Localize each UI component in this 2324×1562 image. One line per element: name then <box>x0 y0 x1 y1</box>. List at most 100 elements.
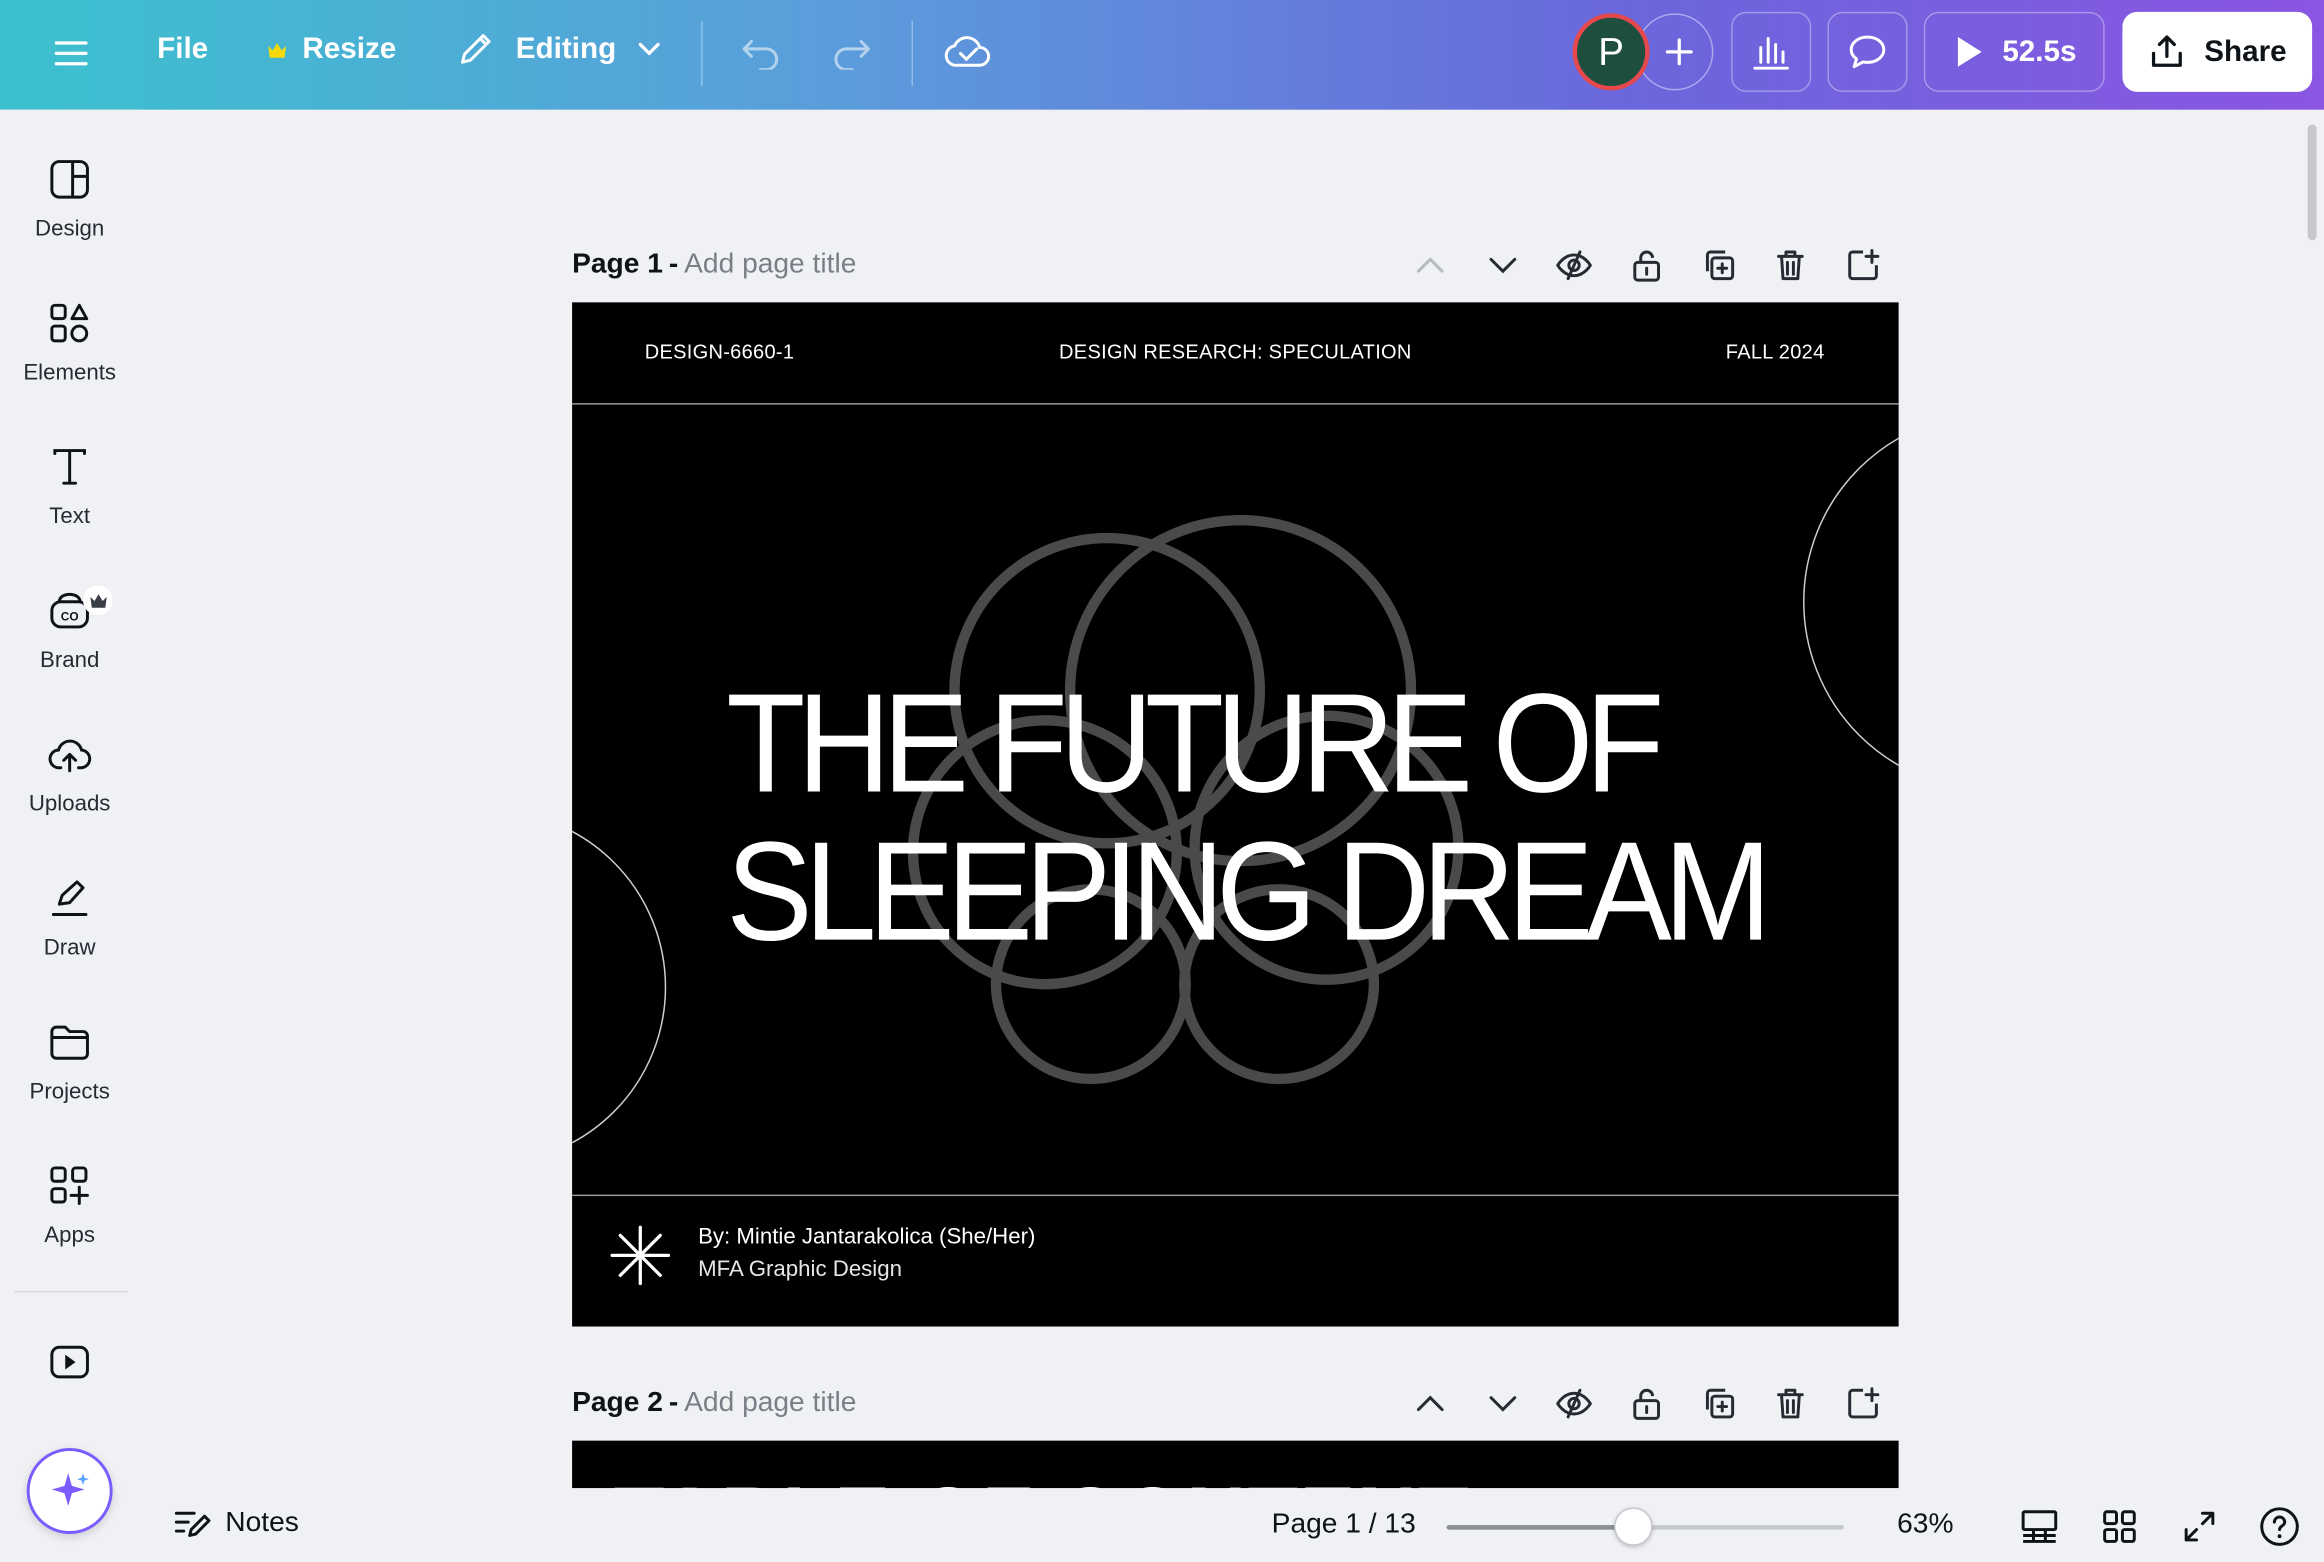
top-toolbar: File Resize Editing P 52.5s Share <box>0 0 2324 110</box>
page-title-separator: - <box>668 1387 679 1419</box>
page-title-input[interactable]: Add page title <box>684 249 856 282</box>
sparkle-icon <box>51 1473 89 1506</box>
bar-chart-icon <box>1750 33 1792 72</box>
toolbar-divider <box>911 20 913 86</box>
svg-text:CO: CO <box>61 609 79 623</box>
resize-button[interactable]: Resize <box>267 32 397 67</box>
comments-button[interactable] <box>1827 11 1908 92</box>
page-number: Page 1 <box>572 248 663 281</box>
insights-button[interactable] <box>1731 11 1812 92</box>
timer-label: 52.5s <box>2002 34 2077 68</box>
user-avatar[interactable]: P <box>1572 13 1650 91</box>
sidebar-item-label: Brand <box>39 647 100 673</box>
thumbnail-view-icon[interactable] <box>2019 1506 2061 1548</box>
zoom-level[interactable]: 63% <box>1897 1509 1953 1542</box>
page-title-separator: - <box>668 248 679 281</box>
hide-page-icon[interactable] <box>1539 239 1611 292</box>
hamburger-icon[interactable] <box>50 33 91 74</box>
file-menu[interactable]: File <box>157 33 208 67</box>
notes-icon <box>174 1511 211 1537</box>
pen-icon <box>51 880 88 916</box>
asterisk-icon <box>610 1225 671 1286</box>
file-label: File <box>157 32 209 66</box>
delete-page-icon[interactable] <box>1755 1377 1827 1430</box>
notes-button[interactable]: Notes <box>172 1506 299 1542</box>
magic-assistant-button[interactable] <box>26 1448 113 1535</box>
undo-icon[interactable] <box>738 33 782 74</box>
program-label: MFA Graphic Design <box>698 1256 902 1283</box>
crown-badge-icon <box>82 585 113 616</box>
sidebar-divider <box>14 1290 128 1293</box>
resize-label: Resize <box>302 32 397 66</box>
author-label: By: Mintie Jantarakolica (She/Her) <box>698 1224 1036 1250</box>
zoom-slider-fill <box>1446 1525 1634 1530</box>
play-icon <box>1952 34 1985 70</box>
hide-page-icon[interactable] <box>1539 1377 1611 1430</box>
move-page-up-icon[interactable] <box>1394 1377 1466 1430</box>
sidebar-item-label: Uploads <box>28 791 111 817</box>
crown-icon <box>267 41 288 59</box>
toolbar-divider <box>701 20 703 86</box>
pencil-icon <box>456 30 495 69</box>
editing-label: Editing <box>515 31 617 65</box>
editing-mode-dropdown[interactable]: Editing <box>456 30 660 69</box>
video-icon <box>50 1345 89 1379</box>
page-tools <box>1394 1377 1898 1430</box>
chevron-down-icon <box>637 41 661 56</box>
page-tools <box>1394 239 1898 292</box>
sidebar-item-projects[interactable]: Projects <box>0 1005 139 1124</box>
delete-page-icon[interactable] <box>1755 239 1827 292</box>
slide-title-line-2: SLEEPING DREAM <box>726 813 1771 971</box>
share-button[interactable]: Share <box>2122 11 2313 92</box>
slide-title-line-1: THE FUTURE OF <box>726 665 1664 823</box>
share-icon <box>2148 33 2187 72</box>
plus-icon <box>1663 36 1696 69</box>
slide-1-canvas[interactable]: DESIGN-6660-1 DESIGN RESEARCH: SPECULATI… <box>572 302 1899 1327</box>
cloud-upload-icon <box>48 739 92 773</box>
sidebar-item-apps[interactable]: Apps <box>0 1149 139 1268</box>
move-page-down-icon[interactable] <box>1466 239 1538 292</box>
fullscreen-icon[interactable] <box>2179 1506 2221 1548</box>
sidebar-item-label: Text <box>49 503 91 530</box>
lock-page-icon[interactable] <box>1611 239 1683 292</box>
move-page-down-icon[interactable] <box>1466 1377 1538 1430</box>
add-page-icon[interactable] <box>1827 1377 1899 1430</box>
vertical-scrollbar[interactable] <box>2307 124 2317 241</box>
sidebar-item-design[interactable]: Design <box>0 142 139 261</box>
notes-label: Notes <box>225 1507 299 1539</box>
left-sidebar: Design Elements Text CO Brand Uploads Dr… <box>0 109 140 1562</box>
sidebar-item-label: Draw <box>43 935 96 961</box>
present-button[interactable]: 52.5s <box>1923 11 2105 92</box>
add-page-icon[interactable] <box>1827 239 1899 292</box>
sidebar-item-label: Apps <box>44 1222 95 1248</box>
layout-icon <box>50 160 89 199</box>
zoom-slider-knob[interactable] <box>1613 1507 1653 1546</box>
duplicate-page-icon[interactable] <box>1683 1377 1755 1430</box>
cloud-saved-icon[interactable] <box>943 30 993 74</box>
page-title-input[interactable]: Add page title <box>684 1387 856 1420</box>
move-page-up-icon[interactable] <box>1394 239 1466 292</box>
folder-icon <box>50 1025 89 1060</box>
sidebar-item-uploads[interactable]: Uploads <box>0 717 139 836</box>
page-indicator[interactable]: Page 1 / 13 <box>1272 1509 1416 1542</box>
sidebar-item-draw[interactable]: Draw <box>0 861 139 980</box>
grid-view-icon[interactable] <box>2099 1506 2140 1548</box>
sidebar-item-text[interactable]: Text <box>0 430 139 549</box>
sidebar-item-video[interactable] <box>0 1328 139 1402</box>
comment-icon <box>1847 33 1889 72</box>
duplicate-page-icon[interactable] <box>1683 239 1755 292</box>
sidebar-item-brand[interactable]: CO Brand <box>0 574 139 693</box>
lock-page-icon[interactable] <box>1611 1377 1683 1430</box>
bottom-bar: Notes Page 1 / 13 63% <box>139 1488 2324 1562</box>
apps-icon <box>50 1166 89 1205</box>
help-icon[interactable] <box>2259 1506 2301 1548</box>
share-label: Share <box>2204 34 2287 68</box>
page-1-header: Page 1 - Add page title <box>572 239 1899 292</box>
sidebar-item-label: Elements <box>23 360 117 386</box>
sidebar-item-label: Design <box>35 216 105 242</box>
redo-icon[interactable] <box>830 33 874 74</box>
shapes-icon <box>50 303 89 343</box>
avatar-initial: P <box>1598 28 1624 74</box>
sidebar-item-elements[interactable]: Elements <box>0 286 139 405</box>
sidebar-item-label: Projects <box>29 1078 110 1105</box>
